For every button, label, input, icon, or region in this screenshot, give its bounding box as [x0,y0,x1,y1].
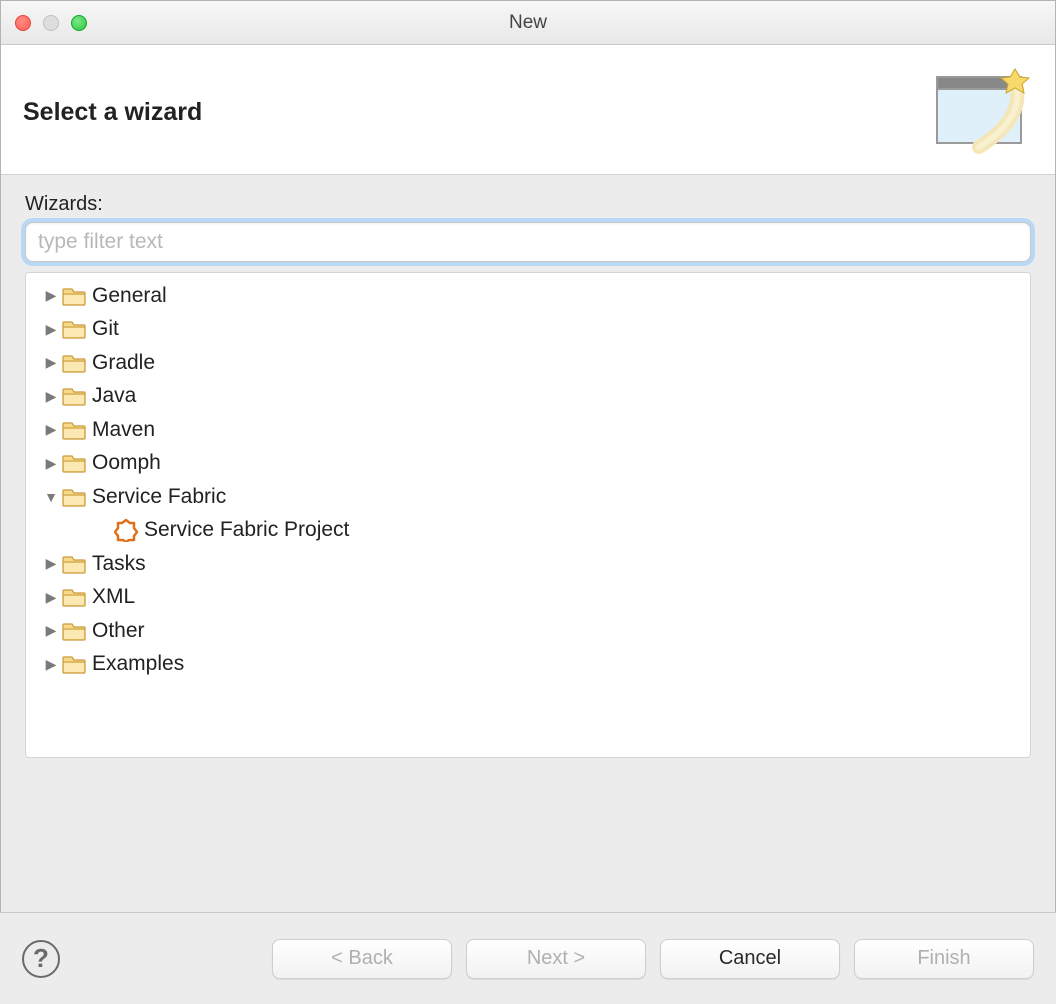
folder-icon [62,420,86,440]
tree-folder[interactable]: Tasks [30,547,1022,581]
disclosure-triangle-icon[interactable] [40,455,62,472]
folder-icon [62,621,86,641]
wizard-footer: ? < Back Next > Cancel Finish [0,912,1056,1004]
disclosure-triangle-icon[interactable] [40,622,62,639]
tree-item-label: Tasks [92,552,146,576]
tree-folder[interactable]: Service Fabric [30,480,1022,514]
finish-button[interactable]: Finish [854,939,1034,979]
disclosure-triangle-icon[interactable] [40,354,62,371]
folder-icon [62,286,86,306]
disclosure-triangle-icon[interactable] [40,388,62,405]
tree-item-label: Service Fabric Project [144,518,349,542]
help-button[interactable]: ? [22,940,60,978]
filter-input[interactable] [25,222,1031,262]
back-button[interactable]: < Back [272,939,452,979]
tree-item-label: XML [92,585,135,609]
tree-folder[interactable]: Git [30,313,1022,347]
tree-folder[interactable]: General [30,279,1022,313]
wizard-header: Select a wizard [1,45,1055,175]
folder-icon [62,587,86,607]
folder-icon [62,353,86,373]
next-button[interactable]: Next > [466,939,646,979]
disclosure-triangle-icon[interactable] [40,489,62,505]
wizard-tree[interactable]: General Git Gradle Java Maven Oomph Service Fa… [25,272,1031,758]
tree-item-label: Oomph [92,451,161,475]
tree-folder[interactable]: Other [30,614,1022,648]
tree-folder[interactable]: Maven [30,413,1022,447]
tree-item-label: Other [92,619,145,643]
wizard-content: Wizards: General Git Gradle Java Maven Oomph S… [1,175,1055,758]
folder-icon [62,487,86,507]
cancel-button[interactable]: Cancel [660,939,840,979]
tree-item-label: Service Fabric [92,485,226,509]
disclosure-triangle-icon[interactable] [40,421,62,438]
service-fabric-icon [114,518,138,542]
tree-item-label: Examples [92,652,184,676]
window-title: New [1,12,1055,34]
disclosure-triangle-icon[interactable] [40,287,62,304]
page-title: Select a wizard [23,98,202,127]
folder-icon [62,386,86,406]
tree-item-label: Java [92,384,136,408]
folder-icon [62,319,86,339]
disclosure-triangle-icon[interactable] [40,555,62,572]
tree-item-label: General [92,284,167,308]
folder-icon [62,654,86,674]
tree-item-label: Maven [92,418,155,442]
disclosure-triangle-icon[interactable] [40,321,62,338]
tree-item-label: Git [92,317,119,341]
titlebar[interactable]: New [1,1,1055,45]
wizard-banner-icon [923,65,1031,161]
tree-folder[interactable]: Gradle [30,346,1022,380]
help-icon: ? [33,943,49,974]
folder-icon [62,453,86,473]
tree-item-label: Gradle [92,351,155,375]
tree-folder[interactable]: Examples [30,648,1022,682]
tree-folder[interactable]: XML [30,581,1022,615]
tree-folder[interactable]: Java [30,380,1022,414]
disclosure-triangle-icon[interactable] [40,656,62,673]
folder-icon [62,554,86,574]
tree-folder[interactable]: Oomph [30,447,1022,481]
disclosure-triangle-icon[interactable] [40,589,62,606]
tree-leaf[interactable]: Service Fabric Project [30,514,1022,548]
wizards-label: Wizards: [25,193,1031,216]
